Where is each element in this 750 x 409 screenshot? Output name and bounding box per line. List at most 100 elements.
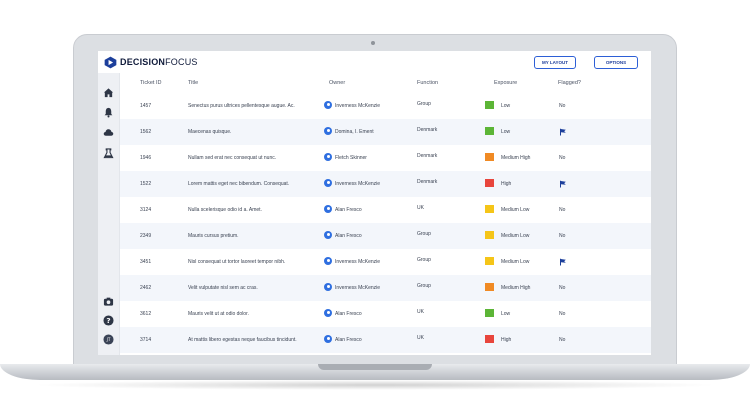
brand-light: FOCUS <box>165 57 198 67</box>
ticket-function: UK <box>417 205 424 211</box>
owner-avatar-icon <box>324 335 332 343</box>
ticket-owner: Alan Fresco <box>335 233 362 239</box>
ticket-exposure: High <box>501 181 512 187</box>
flagged-value[interactable]: No <box>559 233 565 239</box>
flag-icon[interactable] <box>559 180 567 188</box>
ticket-function: Group <box>417 283 431 289</box>
options-button[interactable]: OPTIONS <box>594 56 638 69</box>
header-ticket-id[interactable]: Ticket ID <box>140 80 162 86</box>
my-layout-button[interactable]: MY LAYOUT <box>534 56 576 69</box>
ticket-id: 1562 <box>140 129 152 135</box>
table-row[interactable]: 3451 Nisl consequat ut tortor laoreet tem… <box>120 249 651 275</box>
ticket-id: 3124 <box>140 207 152 213</box>
user-avatar-icon[interactable]: JT <box>103 334 114 345</box>
flag-icon[interactable] <box>559 128 567 136</box>
ticket-title: Mauris velit ut at odio dolor. <box>188 311 249 317</box>
table-row[interactable]: 1946 Nullam sed erat nec consequat ut nun… <box>120 145 651 171</box>
brand-bold: DECISION <box>120 57 166 67</box>
camera-icon[interactable] <box>103 296 114 307</box>
exposure-swatch <box>485 205 494 213</box>
ticket-owner: Domina, I. Ement <box>335 129 374 135</box>
help-icon[interactable]: ? <box>103 315 114 326</box>
exposure-swatch <box>485 335 494 343</box>
ticket-table: Ticket ID Title Owner Function Exposure … <box>120 73 651 355</box>
ticket-owner: Fletch Skinner <box>335 155 367 161</box>
top-bar: DECISIONFOCUS MY LAYOUT OPTIONS <box>98 51 651 74</box>
ticket-title: Maecenas quisque. <box>188 129 232 135</box>
ticket-exposure: Low <box>501 129 511 135</box>
ticket-exposure: Low <box>501 311 511 317</box>
ticket-function: Denmark <box>417 153 438 159</box>
ticket-title: Velit vulputate nisl sem ac cras. <box>188 285 258 291</box>
ticket-owner: Inverness McKenzie <box>335 259 381 265</box>
ticket-id: 3714 <box>140 337 152 343</box>
cloud-icon[interactable] <box>103 127 114 138</box>
ticket-function: Denmark <box>417 127 438 133</box>
header-exposure[interactable]: Exposure <box>494 80 517 86</box>
exposure-swatch <box>485 153 494 161</box>
exposure-swatch <box>485 231 494 239</box>
table-row[interactable]: 3612 Mauris velit ut at odio dolor. Alan F… <box>120 301 651 327</box>
ticket-id: 3451 <box>140 259 152 265</box>
ticket-title: Nullam sed erat nec consequat ut nunc. <box>188 155 277 161</box>
owner-avatar-icon <box>324 309 332 317</box>
flag-icon[interactable] <box>559 258 567 266</box>
ticket-owner: Inverness McKenzie <box>335 181 381 187</box>
ticket-function: UK <box>417 309 424 315</box>
header-owner[interactable]: Owner <box>329 80 345 86</box>
sidebar: ? JT <box>98 73 120 355</box>
ticket-owner: Inverness McKenzie <box>335 103 381 109</box>
flagged-value[interactable]: No <box>559 207 565 213</box>
ticket-function: UK <box>417 335 424 341</box>
header-title[interactable]: Title <box>188 80 198 86</box>
table-row[interactable]: 1562 Maecenas quisque. Domina, I. Ement Den… <box>120 119 651 145</box>
owner-avatar-icon <box>324 231 332 239</box>
exposure-swatch <box>485 283 494 291</box>
bell-icon[interactable] <box>103 107 114 118</box>
ticket-function: Denmark <box>417 179 438 185</box>
brand-name: DECISIONFOCUS <box>120 57 198 67</box>
owner-avatar-icon <box>324 179 332 187</box>
svg-text:?: ? <box>106 316 110 325</box>
avatar-initials: JT <box>106 337 111 342</box>
ticket-title: Nisl consequat ut tortor laoreet tempor … <box>188 259 286 265</box>
laptop-shadow <box>30 380 720 390</box>
ticket-exposure: Medium Low <box>501 259 530 265</box>
flagged-value[interactable]: No <box>559 285 565 291</box>
flagged-value[interactable]: No <box>559 103 565 109</box>
owner-avatar-icon <box>324 283 332 291</box>
flask-icon[interactable] <box>103 148 114 159</box>
ticket-exposure: Medium Low <box>501 233 530 239</box>
ticket-id: 3612 <box>140 311 152 317</box>
owner-avatar-icon <box>324 101 332 109</box>
owner-avatar-icon <box>324 205 332 213</box>
home-icon[interactable] <box>103 87 114 98</box>
ticket-title: Senectus purus ultrices pellentesque aug… <box>188 103 295 109</box>
table-row[interactable]: 2349 Mauris cursus pretium. Alan Fresco Gro… <box>120 223 651 249</box>
ticket-exposure: Medium High <box>501 155 531 161</box>
exposure-swatch <box>485 179 494 187</box>
table-row[interactable]: 3124 Nulla scelerisque odio id a. Amet. Al… <box>120 197 651 223</box>
laptop-notch <box>318 364 432 370</box>
table-row[interactable]: 2462 Velit vulputate nisl sem ac cras. Inv… <box>120 275 651 301</box>
flagged-value[interactable]: No <box>559 155 565 161</box>
table-row[interactable]: 1522 Lorem mattis eget nec bibendum. Cons… <box>120 171 651 197</box>
ticket-exposure: Medium High <box>501 285 531 291</box>
table-header: Ticket ID Title Owner Function Exposure … <box>120 73 651 93</box>
table-row[interactable]: 3714 At mattis libero egestas neque fauci… <box>120 327 651 353</box>
header-flagged[interactable]: Flagged? <box>558 80 581 86</box>
ticket-exposure: High <box>501 337 512 343</box>
flagged-value[interactable]: No <box>559 311 565 317</box>
exposure-swatch <box>485 257 494 265</box>
table-row[interactable]: 1457 Senectus purus ultrices pellentesque… <box>120 93 651 119</box>
ticket-function: Group <box>417 257 431 263</box>
flagged-value[interactable]: No <box>559 337 565 343</box>
app-screen: DECISIONFOCUS MY LAYOUT OPTIONS ? JT Tic… <box>98 51 651 355</box>
header-function[interactable]: Function <box>417 80 438 86</box>
ticket-title: At mattis libero egestas neque faucibus … <box>188 337 297 343</box>
ticket-id: 1522 <box>140 181 152 187</box>
exposure-swatch <box>485 309 494 317</box>
ticket-title: Lorem mattis eget nec bibendum. Consequa… <box>188 181 290 187</box>
ticket-id: 1457 <box>140 103 152 109</box>
logo-icon <box>104 56 117 69</box>
